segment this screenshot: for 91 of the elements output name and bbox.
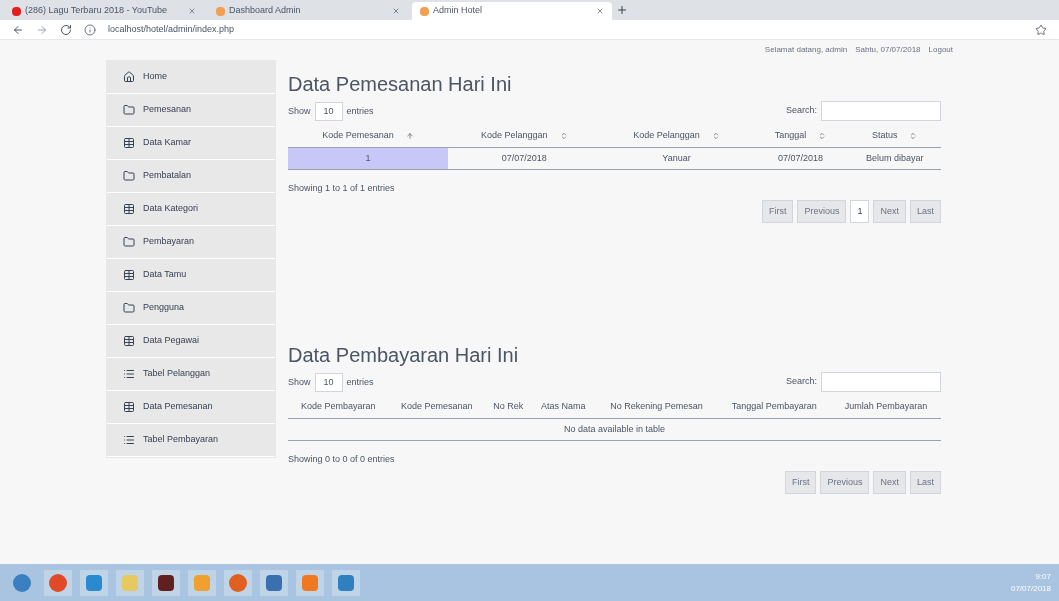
sidebar-item[interactable]: Tabel Pelanggan: [107, 358, 275, 391]
sidebar-item[interactable]: Home: [107, 61, 275, 94]
search-label: Search:: [785, 375, 817, 389]
table-icon: [123, 401, 135, 413]
pagination-button[interactable]: First: [761, 199, 794, 223]
greeting-text: Selamat datang, admin: [764, 44, 848, 56]
sidebar-item[interactable]: Tabel Pembayaran: [107, 424, 275, 457]
folder-icon: [123, 302, 135, 314]
folder-icon: [123, 104, 135, 116]
close-icon[interactable]: [188, 7, 196, 15]
table-cell: 07/07/2018: [448, 147, 601, 170]
column-header[interactable]: Kode Pelanggan: [600, 125, 753, 147]
url-field[interactable]: localhost/hotel/admin/index.php: [108, 22, 1023, 37]
clock-date: 07/07/2018: [1010, 582, 1051, 595]
folder-icon: [123, 236, 135, 248]
sort-icon: [405, 131, 414, 140]
page-size-select[interactable]: 10: [314, 372, 343, 392]
pagination-button[interactable]: Previous: [820, 470, 870, 494]
sidebar-item[interactable]: Data Kategori: [107, 193, 275, 226]
sidebar-item[interactable]: Data Pemesanan: [107, 391, 275, 424]
forward-icon[interactable]: [36, 23, 48, 36]
column-header[interactable]: Atas Nama: [531, 396, 596, 418]
pagination-button[interactable]: Last: [910, 470, 941, 494]
app-icon[interactable]: [152, 569, 180, 596]
page-size-select[interactable]: 10: [314, 101, 343, 121]
pagination-button[interactable]: 1: [850, 199, 870, 223]
column-header[interactable]: Jumlah Pembayaran: [830, 396, 941, 418]
table-icon: [123, 137, 135, 149]
tab-title: Dashboard Admin: [229, 4, 302, 18]
entries-label: entries: [346, 375, 374, 389]
table-info: Showing 1 to 1 of 1 entries: [288, 182, 396, 195]
show-label: Show: [288, 104, 311, 118]
section-title: Data Pembayaran Hari Ini: [288, 343, 520, 368]
sidebar-item[interactable]: Data Kamar: [107, 127, 275, 160]
sort-icon: [909, 131, 918, 140]
pagination-button[interactable]: Previous: [797, 199, 847, 223]
date-text: Sabtu, 07/07/2018: [855, 44, 921, 56]
folder-icon: [123, 170, 135, 182]
table-cell: 07/07/2018: [752, 147, 849, 170]
sidebar-item[interactable]: Data Pegawai: [107, 325, 275, 358]
sidebar-item[interactable]: Pemesanan: [107, 94, 275, 127]
search-field[interactable]: [821, 372, 941, 392]
list-icon: [123, 434, 135, 446]
search-label: Search:: [785, 104, 817, 118]
pagination-button[interactable]: Next: [873, 199, 906, 223]
sort-icon: [559, 131, 568, 140]
close-icon[interactable]: [596, 7, 604, 15]
tab-title: Admin Hotel: [433, 4, 484, 18]
reload-icon[interactable]: [60, 23, 72, 36]
star-icon[interactable]: [1035, 23, 1047, 36]
home-icon: [123, 71, 135, 83]
close-icon[interactable]: [392, 7, 400, 15]
pagination-button[interactable]: Last: [910, 199, 941, 223]
column-header[interactable]: Kode Pemesanan: [288, 125, 449, 147]
back-icon[interactable]: [12, 23, 24, 36]
browser-tab[interactable]: Admin Hotel: [412, 2, 612, 20]
new-tab-icon[interactable]: [616, 4, 628, 16]
column-header[interactable]: Kode Pembayaran: [288, 396, 389, 418]
column-header[interactable]: Tanggal Pembayaran: [717, 396, 831, 418]
column-header[interactable]: Kode Pemesanan: [388, 396, 486, 418]
sidebar-item[interactable]: Pembayaran: [107, 226, 275, 259]
table-cell: Belum dibayar: [848, 147, 941, 170]
table-cell: 1: [288, 147, 449, 170]
show-label: Show: [288, 375, 311, 389]
clock-time: 9:07: [1035, 570, 1051, 583]
table-icon: [123, 335, 135, 347]
tab-title: (286) Lagu Terbaru 2018 - YouTube: [25, 4, 169, 18]
column-header[interactable]: Tanggal: [752, 125, 849, 147]
sidebar-item[interactable]: Pembatalan: [107, 160, 275, 193]
table-icon: [123, 269, 135, 281]
entries-label: entries: [346, 104, 374, 118]
column-header[interactable]: Status: [848, 125, 941, 147]
table-info: Showing 0 to 0 of 0 entries: [288, 453, 396, 466]
pagination-button[interactable]: First: [784, 470, 817, 494]
section-title: Data Pemesanan Hari Ini: [288, 72, 513, 97]
table-icon: [123, 203, 135, 215]
column-header[interactable]: No Rek: [485, 396, 532, 418]
search-field[interactable]: [821, 101, 941, 121]
sort-icon: [818, 131, 827, 140]
pagination-button[interactable]: Next: [873, 470, 906, 494]
list-icon: [123, 368, 135, 380]
info-icon: [84, 23, 96, 36]
column-header[interactable]: Kode Pelanggan: [448, 125, 601, 147]
table-cell: Yanuar: [600, 147, 753, 170]
logout-link[interactable]: Logout: [928, 44, 953, 56]
sort-icon: [711, 131, 720, 140]
sidebar-item[interactable]: Pengguna: [107, 292, 275, 325]
column-header[interactable]: No Rekening Pemesan: [595, 396, 718, 418]
app-icon[interactable]: [260, 569, 288, 596]
empty-message: No data available in table: [288, 418, 941, 441]
sidebar-item[interactable]: Data Tamu: [107, 259, 275, 292]
